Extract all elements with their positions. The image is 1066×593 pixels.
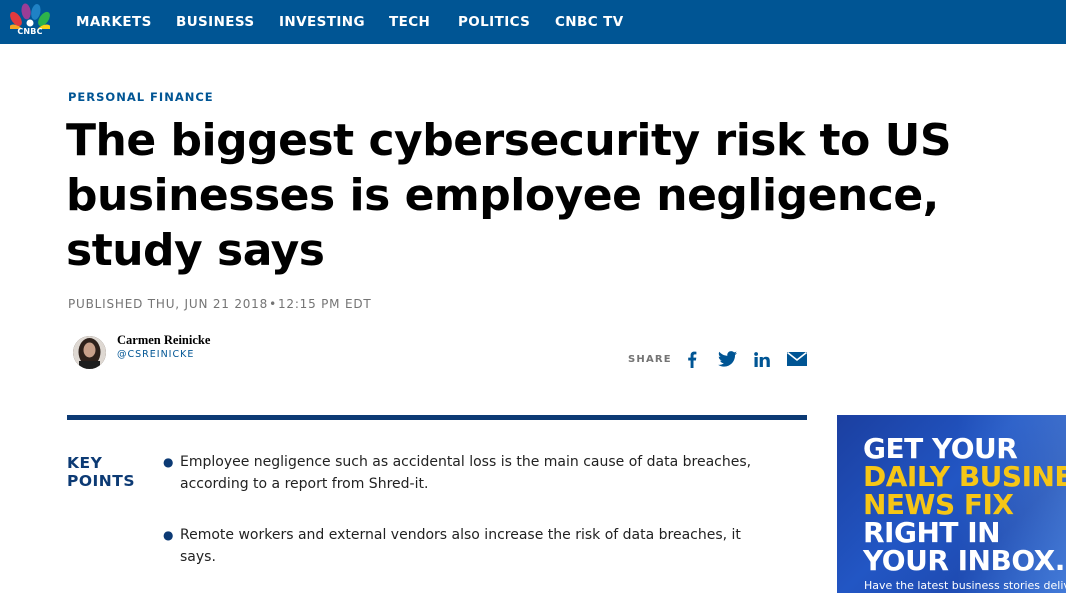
newsletter-ad[interactable]: GET YOUR DAILY BUSINESS NEWS FIX RIGHT I… (837, 415, 1066, 593)
cnbc-logo[interactable]: CNBC (9, 3, 51, 41)
key-point-text: Remote workers and external vendors also… (180, 527, 741, 565)
ad-line-3: NEWS FIX (863, 488, 1014, 521)
key-points-title-line2: POINTS (67, 472, 136, 490)
author-handle[interactable]: @CSREINICKE (117, 349, 194, 360)
logo-text: CNBC (17, 27, 43, 36)
email-icon[interactable] (786, 349, 808, 369)
section-label[interactable]: PERSONAL FINANCE (68, 90, 214, 104)
published-time: 12:15 PM EDT (277, 297, 372, 311)
ad-line-2: DAILY BUSINESS (863, 460, 1066, 493)
nav-business[interactable]: BUSINESS (176, 14, 255, 30)
key-points-title: KEY POINTS (67, 454, 135, 490)
share-label: SHARE (628, 354, 672, 365)
author-avatar[interactable] (73, 336, 106, 369)
author-photo (73, 336, 106, 369)
nav-tech[interactable]: TECH (389, 14, 430, 30)
key-points-divider (67, 415, 807, 420)
ad-line-1: GET YOUR (863, 432, 1018, 465)
key-point-text: Employee negligence such as accidental l… (180, 454, 752, 492)
author-name[interactable]: Carmen Reinicke (117, 333, 210, 348)
bullet-icon: ● (163, 528, 174, 542)
ad-line-4: RIGHT IN (863, 516, 1001, 549)
key-points-title-line1: KEY (67, 454, 103, 472)
published-prefix: PUBLISHED THU, JUN 21 2018 (68, 297, 269, 311)
published-separator: • (269, 297, 277, 311)
article-headline: The biggest cybersecurity risk to US bus… (66, 115, 952, 276)
nav-politics[interactable]: POLITICS (458, 14, 530, 30)
ad-subtext: Have the latest business stories deliver… (864, 579, 1066, 592)
published-date: PUBLISHED THU, JUN 21 2018•12:15 PM EDT (68, 297, 372, 311)
facebook-icon[interactable] (681, 349, 703, 369)
linkedin-icon[interactable] (751, 349, 773, 369)
ad-line-5: YOUR INBOX. (863, 544, 1065, 577)
twitter-icon[interactable] (716, 349, 738, 369)
nav-markets[interactable]: MARKETS (76, 14, 152, 30)
bullet-icon: ● (163, 455, 174, 469)
peacock-icon (9, 3, 51, 36)
nav-cnbc-tv[interactable]: CNBC TV (555, 14, 624, 30)
nav-investing[interactable]: INVESTING (279, 14, 365, 30)
top-nav: CNBC MARKETS BUSINESS INVESTING TECH POL… (0, 0, 1066, 44)
